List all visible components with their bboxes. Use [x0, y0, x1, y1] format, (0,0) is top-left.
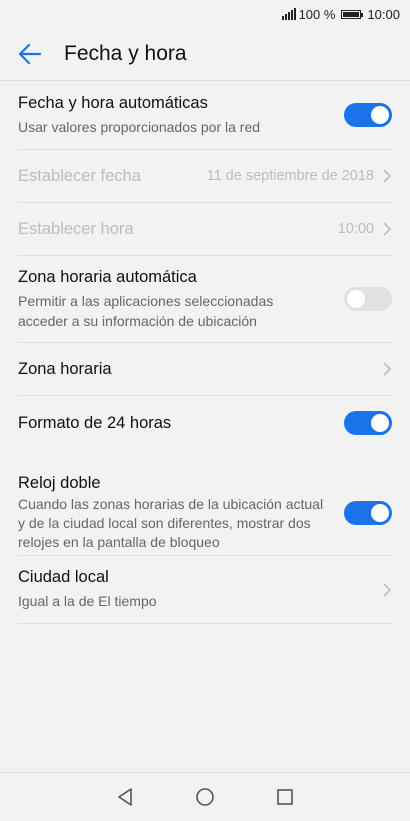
circle-home-icon[interactable] [195, 787, 215, 807]
home-city-label: Ciudad local [18, 568, 109, 586]
dual-clock-sub: Cuando las zonas horarias de la ubicació… [18, 495, 324, 550]
set-time-row: Establecer hora 10:00 [18, 203, 392, 256]
section-gap [0, 450, 410, 470]
triangle-back-icon[interactable] [115, 787, 135, 807]
chevron-right-icon [383, 169, 392, 183]
auto-datetime-row[interactable]: Fecha y hora automáticas Usar valores pr… [18, 81, 392, 150]
set-date-label: Establecer fecha [18, 166, 141, 185]
page-title: Fecha y hora [64, 42, 187, 65]
auto-timezone-row[interactable]: Zona horaria automática Permitir a las a… [18, 256, 392, 343]
dual-clock-row[interactable]: Reloj doble Cuando las zonas horarias de… [18, 470, 392, 556]
auto-timezone-sub: Permitir a las aplicaciones seleccionada… [18, 292, 274, 329]
auto-timezone-label: Zona horaria automática [18, 267, 197, 286]
home-city-row[interactable]: Ciudad local Igual a la de El tiempo [18, 556, 392, 624]
auto-datetime-toggle[interactable] [344, 103, 392, 127]
app-bar: Fecha y hora [0, 28, 410, 80]
signal-icon [281, 8, 296, 20]
timezone-row[interactable]: Zona horaria [18, 343, 392, 396]
auto-datetime-label: Fecha y hora automáticas [18, 93, 208, 112]
set-date-row: Establecer fecha 11 de septiembre de 201… [18, 150, 392, 203]
settings-list: Fecha y hora automáticas Usar valores pr… [0, 81, 410, 624]
home-city-sub: Igual a la de El tiempo [18, 593, 157, 609]
arrow-left-icon[interactable] [16, 40, 44, 68]
format-24h-toggle[interactable] [344, 411, 392, 435]
set-date-value: 11 de septiembre de 2018 [206, 168, 374, 184]
dual-clock-toggle[interactable] [344, 500, 392, 525]
format-24h-label: Formato de 24 horas [18, 413, 172, 432]
set-time-value: 10:00 [337, 221, 374, 237]
battery-percent: 100 % [298, 6, 336, 22]
battery-icon [341, 9, 364, 19]
clock: 10:00 [367, 6, 400, 22]
navigation-bar [0, 772, 410, 821]
chevron-right-icon [383, 582, 392, 597]
dual-clock-label: Reloj doble [18, 473, 101, 492]
status-bar: 100 % 10:00 [0, 0, 410, 28]
auto-datetime-sub: Usar valores proporcionados por la red [18, 118, 261, 135]
chevron-right-icon [383, 362, 392, 376]
square-recent-icon[interactable] [275, 787, 295, 807]
timezone-label: Zona horaria [18, 359, 112, 378]
auto-timezone-toggle[interactable] [344, 287, 392, 311]
format-24h-row[interactable]: Formato de 24 horas [18, 396, 392, 450]
set-time-label: Establecer hora [18, 219, 134, 238]
chevron-right-icon [383, 222, 392, 236]
